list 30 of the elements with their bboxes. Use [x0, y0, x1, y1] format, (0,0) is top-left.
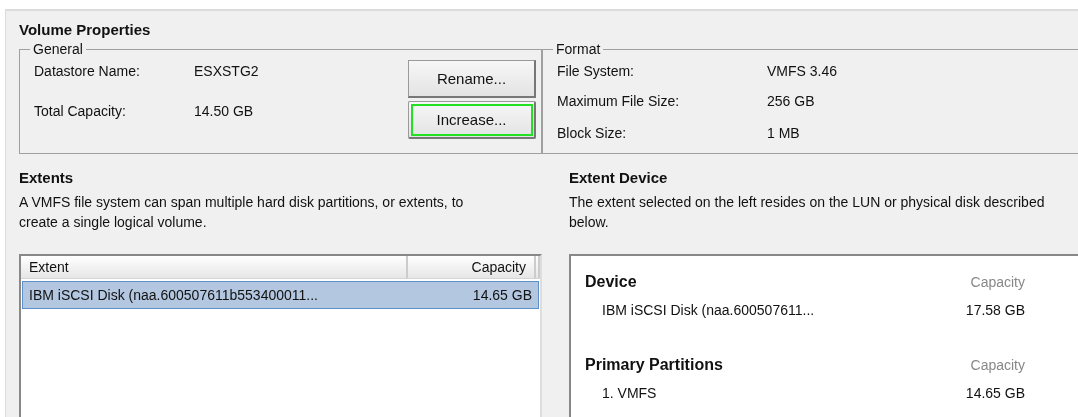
section-heading: Device: [585, 273, 637, 291]
field-label: Maximum File Size:: [557, 93, 681, 109]
capacity-value: 17.58 GB: [965, 302, 1025, 318]
field-value: 1 MB: [767, 125, 800, 141]
device-name: 1. VMFS: [602, 385, 657, 401]
section-title: Extents: [19, 169, 75, 188]
field-label: Total Capacity:: [34, 103, 127, 121]
field-value: 256 GB: [767, 93, 815, 109]
section-title: Volume Properties: [19, 21, 152, 40]
description-text: The extent selected on the left resides on the LUN or physical disk described below.: [569, 193, 1046, 232]
dialog-button[interactable]: Rename...: [408, 60, 536, 98]
column-label: Capacity: [970, 357, 1025, 373]
field-label: Datastore Name:: [34, 63, 141, 81]
extent-row[interactable]: IBM iSCSI Disk (naa.600507611b553400011... 14.65 GB: [22, 281, 539, 309]
field-value: ESXSTG2: [194, 63, 259, 81]
dialog-button[interactable]: Increase...: [408, 101, 536, 139]
column-label: Capacity: [970, 274, 1025, 290]
field-label: File System:: [557, 63, 635, 79]
field-label: Block Size:: [557, 125, 628, 141]
group-legend: General: [30, 41, 86, 57]
group-legend: Format: [553, 41, 604, 57]
section-title: Extent Device: [569, 169, 669, 188]
column-header[interactable]: Capacity: [408, 256, 536, 278]
capacity-value: 14.65 GB: [965, 385, 1025, 401]
device-name: IBM iSCSI Disk (naa.600507611...: [602, 302, 815, 318]
description-text: A VMFS file system can span multiple hard disk partitions, or extents, to create a single logical volume.: [19, 193, 465, 232]
section-heading: Primary Partitions: [585, 356, 723, 374]
column-header[interactable]: Extent: [21, 256, 408, 278]
field-value: 14.50 GB: [194, 103, 254, 121]
field-value: VMFS 3.46: [767, 63, 838, 79]
